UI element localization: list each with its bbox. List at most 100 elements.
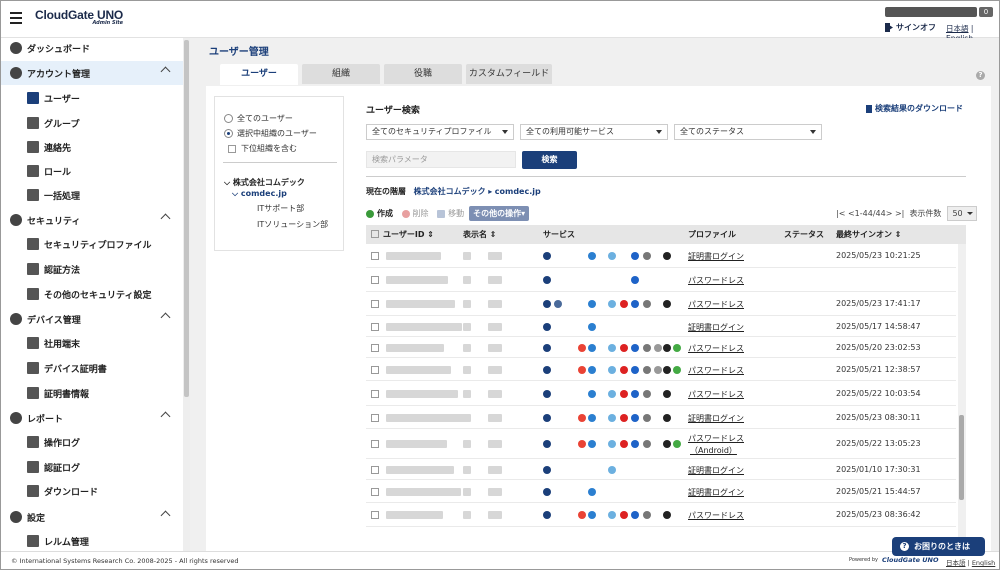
sidebar-item-cert-info[interactable]: 証明書情報: [1, 381, 183, 405]
service-icon[interactable]: [543, 323, 551, 331]
service-icon[interactable]: [608, 344, 616, 352]
service-icon[interactable]: [588, 300, 596, 308]
row-checkbox[interactable]: [371, 300, 379, 308]
service-icon[interactable]: [643, 414, 651, 422]
breadcrumb-org-link[interactable]: 株式会社コムデック: [414, 187, 486, 196]
service-icon[interactable]: [654, 344, 662, 352]
profile-link[interactable]: パスワードレス: [688, 510, 744, 521]
table-row[interactable]: 証明書ログイン 2025/05/17 14:58:47: [366, 316, 956, 337]
service-icon[interactable]: [543, 366, 551, 374]
logo[interactable]: CloudGate UNO Admin Site: [35, 8, 123, 26]
service-icon[interactable]: [663, 300, 671, 308]
table-scrollbar-thumb[interactable]: [959, 415, 964, 500]
tree-node-root[interactable]: ⌵ 株式会社コムデック: [224, 177, 305, 188]
row-checkbox[interactable]: [371, 344, 379, 352]
service-icon[interactable]: [588, 414, 596, 422]
service-icon[interactable]: [631, 300, 639, 308]
service-icon[interactable]: [608, 390, 616, 398]
service-icon[interactable]: [620, 511, 628, 519]
row-checkbox[interactable]: [371, 366, 379, 374]
service-icon[interactable]: [620, 366, 628, 374]
sidebar-item-role[interactable]: ロール: [1, 159, 183, 183]
header-display-name[interactable]: 表示名 ⇕: [463, 225, 497, 244]
notification-badge[interactable]: 0: [979, 7, 993, 17]
user-id-redacted[interactable]: [386, 390, 458, 398]
service-icon[interactable]: [620, 344, 628, 352]
tab-organization[interactable]: 組織: [302, 64, 380, 84]
user-id-redacted[interactable]: [386, 252, 441, 260]
service-icon[interactable]: [588, 252, 596, 260]
service-icon[interactable]: [608, 414, 616, 422]
service-icon[interactable]: [663, 366, 671, 374]
sidebar-item-contact[interactable]: 連絡先: [1, 135, 183, 159]
service-icon[interactable]: [578, 366, 586, 374]
service-icon[interactable]: [663, 511, 671, 519]
security-profile-select[interactable]: 全てのセキュリティプロファイル: [366, 124, 514, 140]
sidebar-item-report[interactable]: レポート: [1, 406, 183, 430]
sidebar-item-settings[interactable]: 設定: [1, 505, 183, 529]
user-id-redacted[interactable]: [386, 323, 462, 331]
user-name-redacted[interactable]: [885, 7, 977, 17]
service-icon[interactable]: [620, 414, 628, 422]
signoff-link[interactable]: サインオフ: [885, 22, 936, 33]
user-id-redacted[interactable]: [386, 276, 448, 284]
service-icon[interactable]: [673, 440, 681, 448]
sidebar-item-download[interactable]: ダウンロード: [1, 479, 183, 503]
service-icon[interactable]: [631, 366, 639, 374]
tree-node-it-support[interactable]: ITサポート部: [257, 203, 304, 214]
table-row[interactable]: 証明書ログイン 2025/05/21 15:44:57: [366, 480, 956, 503]
profile-link[interactable]: パスワードレス: [688, 299, 744, 310]
other-actions-button[interactable]: その他の操作▾: [469, 206, 530, 221]
service-icon[interactable]: [543, 440, 551, 448]
service-icon[interactable]: [631, 511, 639, 519]
row-checkbox[interactable]: [371, 466, 379, 474]
user-id-redacted[interactable]: [386, 511, 443, 519]
row-checkbox[interactable]: [371, 323, 379, 331]
service-icon[interactable]: [643, 300, 651, 308]
header-user-id[interactable]: ユーザーID ⇕: [383, 225, 434, 244]
service-icon[interactable]: [643, 440, 651, 448]
delete-button[interactable]: 削除: [413, 208, 429, 219]
service-icon[interactable]: [588, 511, 596, 519]
sidebar-item-user[interactable]: ユーザー: [1, 86, 183, 110]
profile-link[interactable]: パスワードレス: [688, 343, 744, 354]
service-icon[interactable]: [578, 344, 586, 352]
profile-link-sub[interactable]: （Android）: [690, 445, 737, 456]
user-id-redacted[interactable]: [386, 488, 461, 496]
sidebar-item-dashboard[interactable]: ダッシュボード: [1, 38, 183, 60]
move-button[interactable]: 移動: [448, 208, 464, 219]
service-icon[interactable]: [631, 390, 639, 398]
service-icon[interactable]: [643, 344, 651, 352]
service-icon[interactable]: [631, 276, 639, 284]
user-id-redacted[interactable]: [386, 414, 465, 422]
help-icon[interactable]: ?: [976, 71, 985, 80]
service-icon[interactable]: [588, 440, 596, 448]
service-icon[interactable]: [631, 414, 639, 422]
sidebar-scrollbar-thumb[interactable]: [184, 40, 189, 397]
row-checkbox[interactable]: [371, 390, 379, 398]
profile-link[interactable]: 証明書ログイン: [688, 413, 744, 424]
service-icon[interactable]: [578, 414, 586, 422]
row-checkbox[interactable]: [371, 414, 379, 422]
service-icon[interactable]: [608, 366, 616, 374]
sidebar-item-operation-log[interactable]: 操作ログ: [1, 430, 183, 454]
footer-lang-ja[interactable]: 日本語: [946, 559, 966, 567]
chevron-up-icon[interactable]: [160, 312, 171, 323]
service-icon[interactable]: [543, 344, 551, 352]
chevron-up-icon[interactable]: [160, 66, 171, 77]
header-last-signon[interactable]: 最終サインオン ⇕: [836, 225, 902, 244]
create-button[interactable]: 作成: [377, 208, 393, 219]
select-all-checkbox[interactable]: [371, 230, 379, 238]
sidebar-item-device-cert[interactable]: デバイス証明書: [1, 356, 183, 380]
row-checkbox[interactable]: [371, 511, 379, 519]
table-row[interactable]: 証明書ログイン 2025/05/23 10:21:25: [366, 244, 956, 268]
tree-node-domain[interactable]: ⌵ comdec.jp: [232, 189, 287, 199]
service-icon[interactable]: [631, 252, 639, 260]
service-icon[interactable]: [673, 366, 681, 374]
user-id-redacted[interactable]: [386, 440, 447, 448]
service-icon[interactable]: [663, 440, 671, 448]
service-icon[interactable]: [643, 390, 651, 398]
sidebar-item-device[interactable]: デバイス管理: [1, 307, 183, 331]
menu-icon[interactable]: [10, 12, 22, 24]
profile-link[interactable]: 証明書ログイン: [688, 487, 744, 498]
